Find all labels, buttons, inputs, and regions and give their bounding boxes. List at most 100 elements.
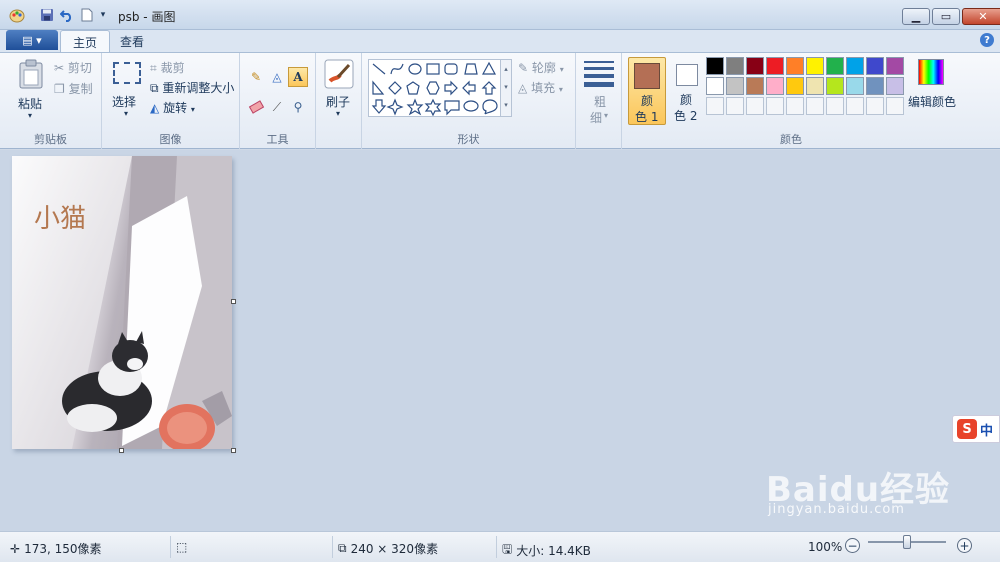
- cloud-callout-shape-icon[interactable]: [482, 99, 498, 115]
- resize-handle-right[interactable]: [231, 299, 236, 304]
- paste-label: 粘贴: [18, 97, 43, 111]
- outline-button[interactable]: ✎ 轮廓 ▾: [518, 59, 564, 76]
- line-shape-icon[interactable]: [372, 63, 386, 75]
- rectangle-shape-icon[interactable]: [426, 63, 440, 75]
- new-file-icon[interactable]: [78, 6, 96, 24]
- diamond-shape-icon[interactable]: [388, 81, 402, 95]
- minimize-button[interactable]: ▁: [902, 8, 930, 25]
- resize-button[interactable]: ⧉ 重新调整大小: [150, 79, 234, 96]
- size-dropdown-icon: ▾: [604, 111, 609, 120]
- magnifier-tool[interactable]: ⚲: [288, 97, 308, 117]
- oval-shape-icon[interactable]: [408, 63, 422, 75]
- custom-color-slot[interactable]: [886, 97, 904, 115]
- custom-color-slot[interactable]: [706, 97, 724, 115]
- tab-home[interactable]: 主页: [60, 30, 111, 52]
- custom-color-slot[interactable]: [766, 97, 784, 115]
- palette-color-swatch[interactable]: [706, 57, 724, 75]
- left-arrow-shape-icon[interactable]: [462, 80, 476, 96]
- shapes-gallery-scroll[interactable]: ▴ ▾ ▾: [500, 59, 512, 117]
- tab-view[interactable]: 查看: [108, 30, 156, 52]
- undo-icon[interactable]: [58, 6, 76, 24]
- paste-button[interactable]: 粘贴 ▾: [10, 57, 52, 123]
- color2-button[interactable]: 颜 色 2: [670, 57, 704, 125]
- input-mode-label: 中: [980, 423, 994, 439]
- input-method-widget[interactable]: S 中: [952, 415, 1000, 443]
- edit-colors-button[interactable]: 编辑颜色: [908, 57, 958, 123]
- palette-color-swatch[interactable]: [726, 57, 744, 75]
- eraser-tool[interactable]: [246, 97, 266, 117]
- save-icon[interactable]: [38, 6, 56, 24]
- palette-color-swatch[interactable]: [846, 57, 864, 75]
- custom-color-slot[interactable]: [806, 97, 824, 115]
- file-menu-button[interactable]: ▤ ▾: [6, 30, 58, 50]
- resize-handle-corner[interactable]: [231, 448, 236, 453]
- color-wheel-icon: [918, 59, 944, 85]
- right-triangle-shape-icon[interactable]: [372, 80, 385, 95]
- size-button[interactable]: 粗 细 ▾: [582, 59, 616, 125]
- custom-color-slot[interactable]: [746, 97, 764, 115]
- hexagon-shape-icon[interactable]: [426, 81, 440, 95]
- palette-color-swatch[interactable]: [826, 57, 844, 75]
- six-point-star-shape-icon[interactable]: [424, 98, 442, 117]
- palette-color-swatch[interactable]: [766, 57, 784, 75]
- text-tool[interactable]: A: [288, 67, 308, 87]
- palette-color-swatch[interactable]: [846, 77, 864, 95]
- right-arrow-shape-icon[interactable]: [444, 80, 458, 96]
- custom-color-slot[interactable]: [726, 97, 744, 115]
- maximize-button[interactable]: ▭: [932, 8, 960, 25]
- palette-color-swatch[interactable]: [886, 57, 904, 75]
- paint-bucket-icon: ◬: [272, 70, 282, 84]
- four-point-star-shape-icon[interactable]: [386, 98, 404, 116]
- palette-color-swatch[interactable]: [706, 77, 724, 95]
- palette-color-swatch[interactable]: [726, 77, 744, 95]
- oval-callout-shape-icon[interactable]: [463, 100, 479, 112]
- five-point-star-shape-icon[interactable]: [406, 98, 424, 116]
- zoom-in-button[interactable]: +: [957, 538, 972, 553]
- rectangular-callout-shape-icon[interactable]: [444, 100, 460, 116]
- zoom-out-button[interactable]: −: [845, 538, 860, 553]
- custom-color-slot[interactable]: [786, 97, 804, 115]
- pencil-tool[interactable]: ✎: [246, 67, 266, 87]
- copy-button[interactable]: ❐ 复制: [54, 80, 93, 97]
- pentagon-shape-icon[interactable]: [406, 81, 420, 95]
- help-icon[interactable]: ?: [980, 33, 994, 47]
- rounded-rectangle-shape-icon[interactable]: [444, 63, 458, 75]
- paint-app-icon[interactable]: [8, 6, 26, 24]
- palette-color-swatch[interactable]: [866, 57, 884, 75]
- resize-handle-bottom[interactable]: [119, 448, 124, 453]
- polygon-shape-icon[interactable]: [464, 63, 478, 75]
- up-arrow-shape-icon[interactable]: [481, 81, 497, 95]
- palette-color-swatch[interactable]: [806, 57, 824, 75]
- selection-icon: ⬚: [176, 540, 188, 554]
- select-button[interactable]: 选择 ▾: [110, 59, 144, 123]
- zoom-slider-thumb[interactable]: [903, 535, 911, 549]
- triangle-shape-icon[interactable]: [481, 61, 497, 75]
- fill-button[interactable]: ◬ 填充 ▾: [518, 79, 563, 96]
- palette-color-swatch[interactable]: [746, 57, 764, 75]
- palette-color-swatch[interactable]: [826, 77, 844, 95]
- brushes-button[interactable]: 刷子 ▾: [320, 57, 358, 121]
- color1-button[interactable]: 颜 色 1: [628, 57, 666, 125]
- close-button[interactable]: ✕: [962, 8, 1000, 25]
- custom-color-slot[interactable]: [866, 97, 884, 115]
- custom-color-slot[interactable]: [826, 97, 844, 115]
- crop-button[interactable]: ⌗ 裁剪: [150, 59, 185, 76]
- down-arrow-shape-icon[interactable]: [371, 99, 387, 114]
- palette-color-swatch[interactable]: [746, 77, 764, 95]
- curve-shape-icon[interactable]: [390, 63, 404, 75]
- color-picker-tool[interactable]: ⟋: [267, 97, 287, 117]
- drawing-canvas[interactable]: 小猫: [12, 156, 232, 449]
- rotate-button[interactable]: ◭ 旋转 ▾: [150, 99, 195, 116]
- edit-colors-label: 编辑颜色: [908, 95, 957, 109]
- palette-color-swatch[interactable]: [786, 77, 804, 95]
- brush-icon: [324, 59, 354, 89]
- palette-color-swatch[interactable]: [866, 77, 884, 95]
- palette-color-swatch[interactable]: [786, 57, 804, 75]
- quick-access-dropdown-icon[interactable]: ▾: [96, 6, 110, 24]
- fill-tool[interactable]: ◬: [267, 67, 287, 87]
- palette-color-swatch[interactable]: [886, 77, 904, 95]
- cut-button[interactable]: ✂ 剪切: [54, 59, 92, 76]
- palette-color-swatch[interactable]: [766, 77, 784, 95]
- palette-color-swatch[interactable]: [806, 77, 824, 95]
- custom-color-slot[interactable]: [846, 97, 864, 115]
